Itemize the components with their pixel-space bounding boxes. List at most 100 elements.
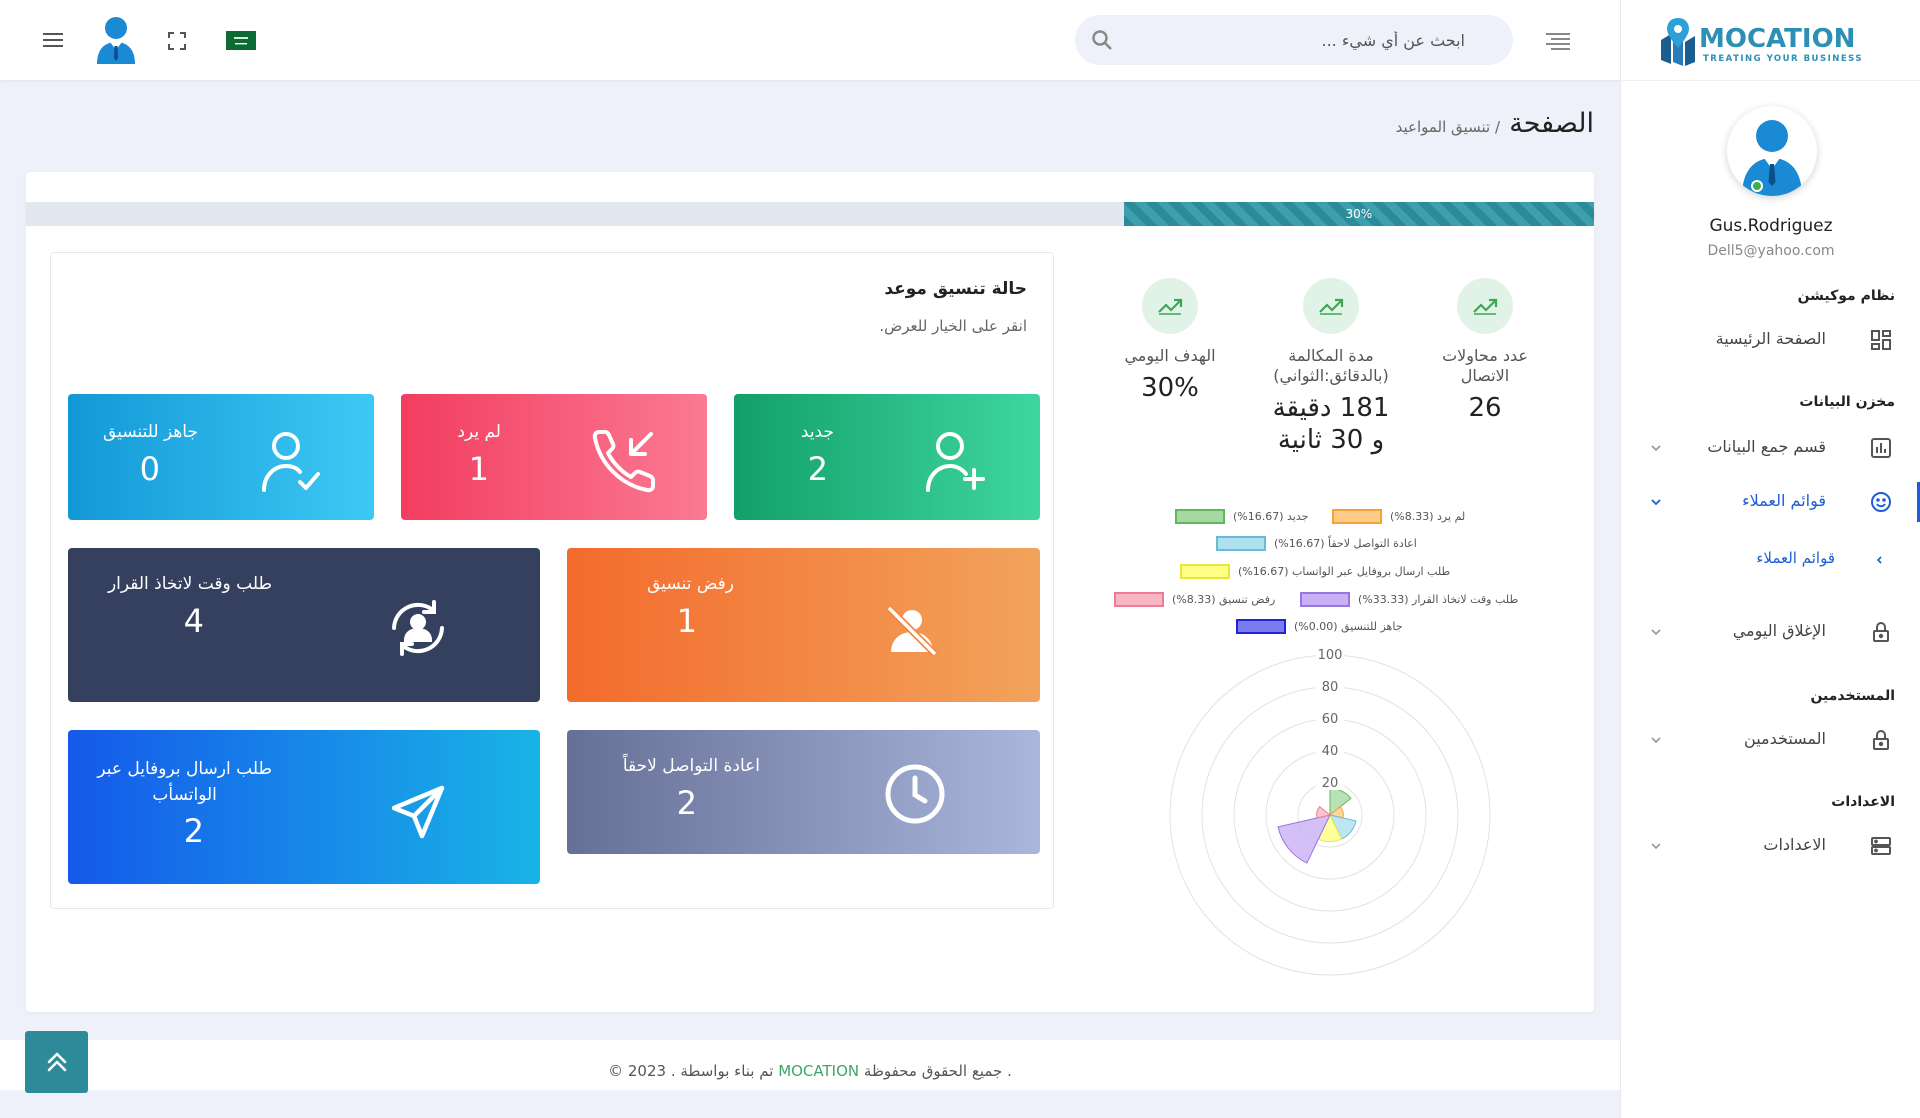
dashboard-icon — [1869, 328, 1893, 352]
section-title-settings: الاعدادات — [1831, 794, 1895, 810]
sidebar-item-label: الاعدادات — [1763, 835, 1826, 854]
search-input[interactable] — [1125, 15, 1485, 65]
legend-label: طلب وقت لاتخاذ القرار (33.33%) — [1358, 593, 1519, 606]
smile-icon — [1869, 490, 1893, 514]
legend-label: جديد (16.67%) — [1233, 510, 1309, 523]
sidebar-subitem-customer-lists[interactable]: قوائم العملاء — [1621, 540, 1920, 580]
footer-text: © 2023 . تم بناء بواسطة MOCATION جميع ال… — [0, 1062, 1620, 1080]
tick-label: 100 — [1318, 648, 1343, 663]
tick-label: 80 — [1322, 680, 1339, 695]
tile-refused[interactable]: رفض تنسيق 1 — [567, 548, 1040, 702]
tick-label: 60 — [1322, 712, 1339, 727]
legend-item-refused[interactable]: رفض تنسيق (8.33%) — [1114, 592, 1275, 607]
stat-label-line2: الاتصال — [1460, 366, 1510, 385]
stat-value: 181 دقيقة و 30 ثانية — [1256, 392, 1406, 456]
legend-label: لم يرد (8.33%) — [1390, 510, 1466, 523]
progress-fill: 30% — [1123, 202, 1594, 226]
legend-item-decision[interactable]: طلب وقت لاتخاذ القرار (33.33%) — [1300, 592, 1518, 607]
stat-value-line1: 181 دقيقة — [1272, 393, 1390, 423]
flag-icon[interactable] — [226, 31, 256, 50]
stat-value: 26 — [1468, 393, 1502, 423]
sidebar-item-home[interactable]: الصفحة الرئيسية — [1621, 320, 1920, 360]
footer-brand[interactable]: MOCATION — [778, 1062, 859, 1080]
tile-decision-time[interactable]: طلب وقت لاتخاذ القرار 4 — [68, 548, 540, 702]
tile-no-answer[interactable]: لم يرد 1 — [401, 394, 707, 520]
user-email: Dell5@yahoo.com — [1707, 243, 1835, 259]
tile-value: 2 — [807, 450, 828, 488]
legend-swatch — [1180, 564, 1230, 579]
tile-callback[interactable]: اعادة التواصل لاحقاً 2 — [567, 730, 1040, 854]
chevron-down-icon — [1649, 440, 1663, 454]
tile-label: جاهز للتنسيق — [103, 422, 198, 442]
tick-label: 40 — [1322, 744, 1339, 759]
mocation-logo[interactable]: MOCATION TREATING YOUR BUSINESS — [1657, 14, 1887, 70]
footer-suffix: جميع الحقوق محفوظة . — [859, 1062, 1012, 1080]
tile-value: 2 — [183, 812, 204, 850]
tile-value: 1 — [676, 602, 697, 640]
progress-bar: 30% — [26, 202, 1594, 226]
legend-item-ready[interactable]: جاهز للتنسيق (0.00%) — [1236, 619, 1403, 634]
user-sync-icon — [384, 594, 452, 666]
stat-label: مدة المكالمة (بالدقائق:الثواني) — [1256, 346, 1406, 386]
sidebar-item-daily-closing[interactable]: الإغلاق اليومي — [1621, 612, 1920, 652]
menu-icon[interactable] — [40, 28, 66, 52]
user-name: Gus.Rodriguez — [1709, 216, 1833, 236]
chevron-down-icon — [1649, 624, 1663, 638]
lock-icon — [1869, 620, 1893, 644]
clock-icon — [883, 762, 947, 830]
sidebar-item-label: قوائم العملاء — [1742, 491, 1826, 510]
legend-swatch — [1175, 509, 1225, 524]
breadcrumb[interactable]: / تنسيق المواعيد — [1396, 118, 1500, 136]
phone-incoming-icon — [591, 428, 657, 498]
chevron-left-icon — [1873, 552, 1887, 566]
tile-value: 4 — [183, 602, 204, 640]
polar-area-chart: 20 40 60 80 100 — [1169, 647, 1491, 976]
stat-call-attempts: عدد محاولات الاتصال 26 — [1420, 278, 1550, 424]
legend-swatch — [1236, 619, 1286, 634]
legend-item-callback[interactable]: اعادة التواصل لاحقاً (16.67%) — [1216, 536, 1417, 551]
tick-label: 20 — [1322, 776, 1339, 791]
logo-brand-text: MOCATION — [1699, 24, 1855, 54]
tile-label: رفض تنسيق — [647, 574, 734, 594]
page-title: الصفحة — [1509, 108, 1594, 139]
tile-value: 0 — [139, 450, 160, 488]
stat-value-line2: و 30 ثانية — [1277, 425, 1385, 455]
stat-daily-goal: الهدف اليومي 30% — [1110, 278, 1230, 404]
legend-label: جاهز للتنسيق (0.00%) — [1294, 620, 1403, 633]
footer-prefix: © 2023 . تم بناء بواسطة — [608, 1062, 779, 1080]
tile-label-line2: الواتسأب — [152, 785, 217, 805]
legend-item-whatsapp[interactable]: طلب ارسال بروفايل عبر الواتساب (16.67%) — [1180, 564, 1450, 579]
sidebar-item-customer-lists[interactable]: قوائم العملاء — [1621, 482, 1920, 522]
tile-ready[interactable]: جاهز للتنسيق 0 — [68, 394, 374, 520]
panel-title: حالة تنسيق موعد — [884, 279, 1027, 299]
fullscreen-icon[interactable] — [166, 30, 188, 52]
profile-avatar[interactable] — [1727, 106, 1817, 196]
legend-label: طلب ارسال بروفايل عبر الواتساب (16.67%) — [1238, 565, 1451, 578]
sidebar-item-users[interactable]: المستخدمين — [1621, 720, 1920, 760]
sidebar-item-label: الصفحة الرئيسية — [1715, 329, 1826, 348]
legend-item-no-answer[interactable]: لم يرد (8.33%) — [1332, 509, 1465, 524]
send-icon — [390, 784, 446, 844]
top-header — [0, 0, 1620, 80]
legend-swatch — [1216, 536, 1266, 551]
tile-label: طلب وقت لاتخاذ القرار — [107, 574, 272, 594]
legend-label: رفض تنسيق (8.33%) — [1172, 593, 1276, 606]
tile-new[interactable]: جديد 2 — [734, 394, 1040, 520]
sidebar-item-label: قسم جمع البيانات — [1707, 437, 1826, 456]
trending-up-icon — [1457, 278, 1513, 334]
tile-value: 1 — [468, 450, 489, 488]
sidebar-item-label: الإغلاق اليومي — [1732, 621, 1826, 640]
scroll-to-top-button[interactable] — [25, 1031, 88, 1093]
chevron-down-icon — [1649, 838, 1663, 852]
tile-label: لم يرد — [457, 422, 501, 442]
sidebar-item-data-collection[interactable]: قسم جمع البيانات — [1621, 428, 1920, 468]
tile-whatsapp[interactable]: طلب ارسال بروفايل عبر الواتسأب 2 — [68, 730, 540, 884]
panel-subtitle: انقر على الخيار للعرض. — [879, 317, 1027, 335]
search-icon[interactable] — [1091, 29, 1113, 55]
tile-label: طلب ارسال بروفايل عبر الواتسأب — [97, 756, 272, 808]
align-right-icon[interactable] — [1544, 30, 1572, 52]
user-x-icon — [885, 604, 939, 662]
sidebar-item-settings[interactable]: الاعدادات — [1621, 826, 1920, 866]
legend-item-new[interactable]: جديد (16.67%) — [1175, 509, 1308, 524]
user-avatar-icon[interactable] — [94, 14, 138, 64]
